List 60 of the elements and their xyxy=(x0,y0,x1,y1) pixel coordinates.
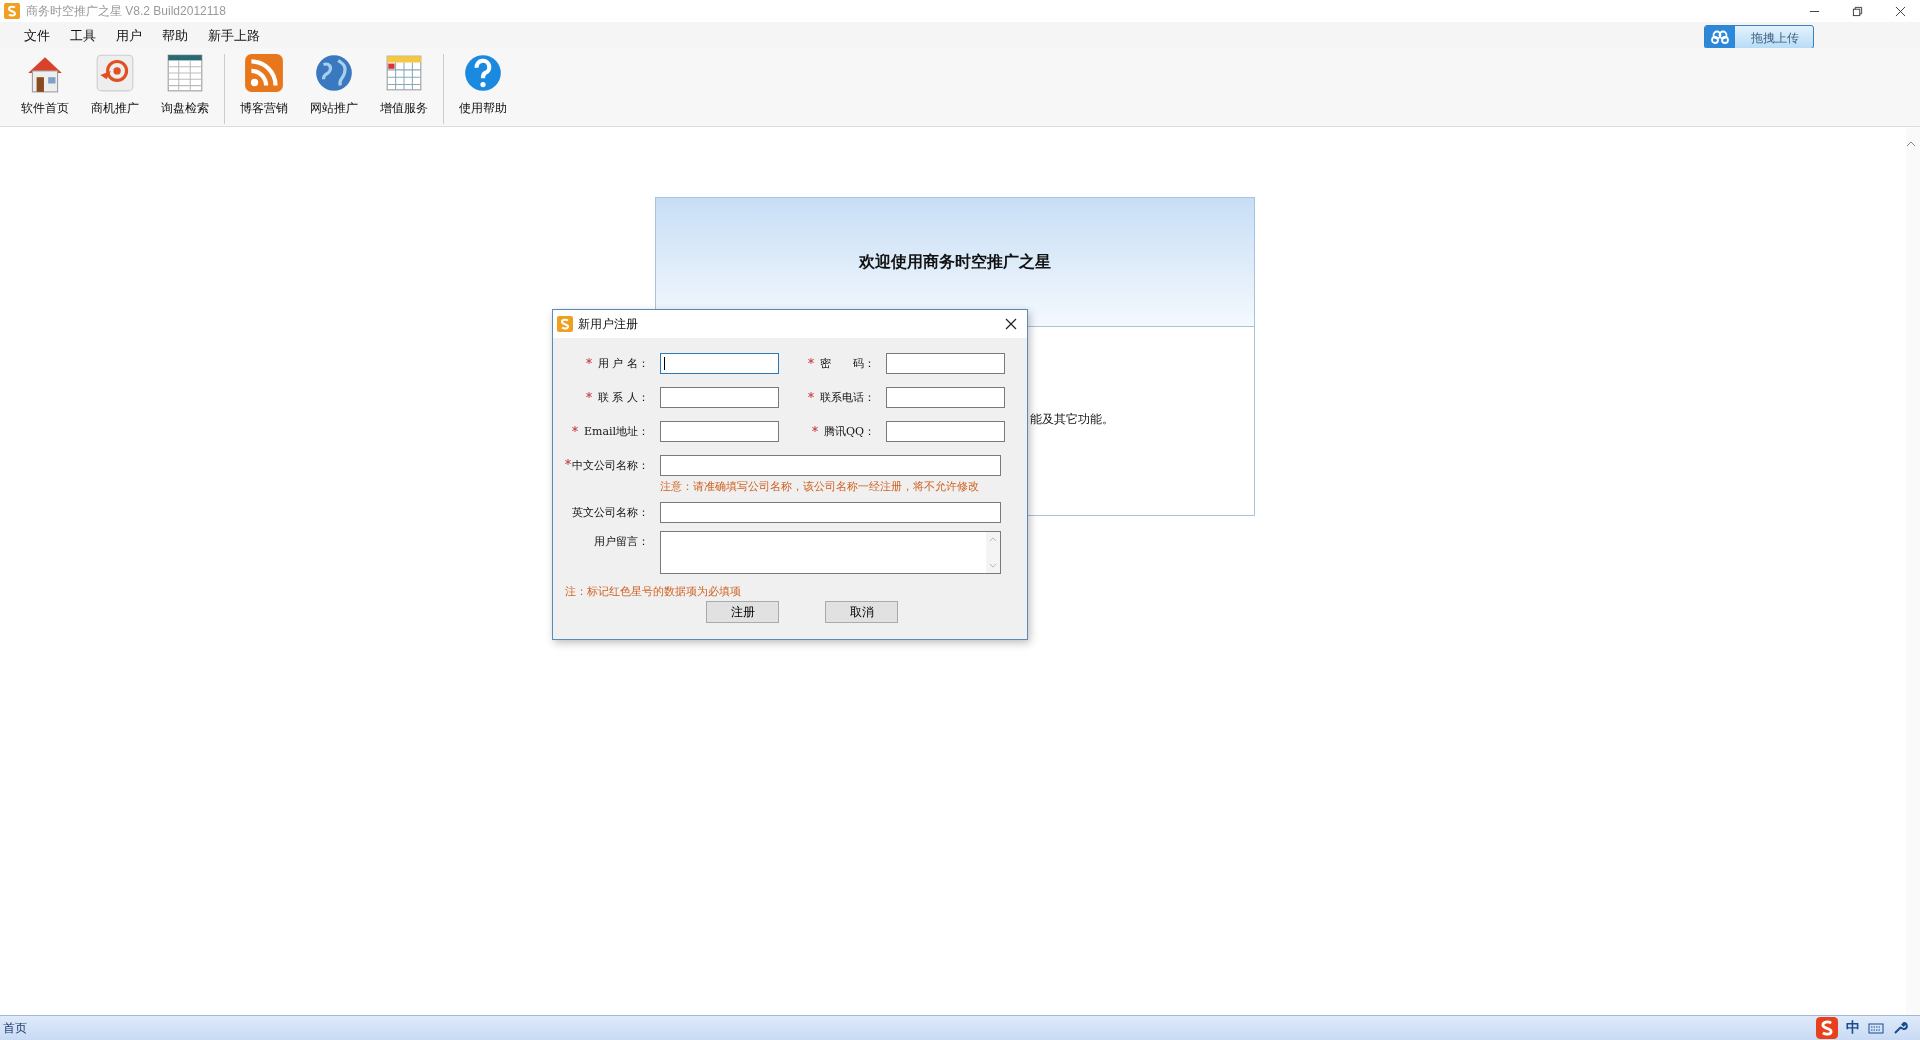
input-field[interactable] xyxy=(660,502,1001,523)
status-text: 首页 xyxy=(3,1019,27,1037)
target-icon xyxy=(94,52,136,94)
welcome-text: 能及其它功能。 xyxy=(1030,412,1114,426)
window-title: 商务时空推广之星 V8.2 Build2012118 xyxy=(26,2,226,20)
app-logo-icon xyxy=(4,3,20,19)
field-label: 用户留言： xyxy=(594,534,649,549)
warning-text: 注意：请准确填写公司名称，该公司名称一经注册，将不允许修改 xyxy=(660,479,980,494)
dialog-button[interactable]: 注册 xyxy=(706,601,779,623)
input-field[interactable] xyxy=(660,421,779,442)
field-label: 中文公司名称： xyxy=(572,458,649,473)
menu-item[interactable]: 工具 xyxy=(60,25,106,45)
welcome-title: 欢迎使用商务时空推广之星 xyxy=(859,251,1051,273)
required-mark: * xyxy=(586,356,592,371)
field-label: 密 码： xyxy=(820,356,875,371)
app-logo-icon xyxy=(557,316,573,332)
input-field[interactable] xyxy=(660,353,779,374)
dialog-title: 新用户注册 xyxy=(578,315,638,333)
field-label: Email地址： xyxy=(583,424,649,439)
globe-icon xyxy=(313,52,355,94)
toolbar-button[interactable]: 询盘检索 xyxy=(150,50,220,126)
toolbar-button[interactable]: 博客营销 xyxy=(229,50,299,126)
menu-item[interactable]: 文件 xyxy=(14,25,60,45)
input-field[interactable] xyxy=(660,455,1001,476)
toolbar-button[interactable]: 商机推广 xyxy=(80,50,150,126)
input-field[interactable] xyxy=(886,421,1005,442)
dialog-button[interactable]: 取消 xyxy=(825,601,898,623)
field-label: 联 系 人： xyxy=(598,390,649,405)
upload-button[interactable]: 拖拽上传 xyxy=(1704,25,1814,49)
close-icon[interactable] xyxy=(1895,5,1906,17)
input-field[interactable] xyxy=(886,387,1005,408)
required-mark: * xyxy=(571,424,578,439)
field-label: 用 户 名： xyxy=(598,356,649,371)
wrench-icon[interactable] xyxy=(1892,1020,1908,1036)
field-label: 联系电话： xyxy=(820,390,875,405)
required-mark: * xyxy=(586,390,592,405)
required-mark: * xyxy=(808,356,814,371)
ime-mode[interactable]: 中 xyxy=(1846,1019,1860,1037)
toolbar-button[interactable]: 使用帮助 xyxy=(448,50,518,126)
rss-icon xyxy=(243,52,285,94)
required-mark: * xyxy=(565,458,571,472)
field-label: 腾讯QQ： xyxy=(823,424,875,439)
menu-item[interactable]: 新手上路 xyxy=(198,25,270,45)
required-note: 注：标记红色星号的数据项为必填项 xyxy=(565,584,742,599)
menu-item[interactable]: 帮助 xyxy=(152,25,198,45)
scroll-up-icon[interactable] xyxy=(1906,141,1916,147)
restore-icon[interactable] xyxy=(1852,5,1863,17)
close-icon[interactable] xyxy=(1005,318,1017,330)
ime-logo-icon[interactable] xyxy=(1816,1017,1838,1039)
menu-item[interactable]: 用户 xyxy=(106,25,152,45)
toolbar-button[interactable]: 增值服务 xyxy=(369,50,439,126)
field-label: 英文公司名称： xyxy=(572,505,649,520)
input-field[interactable] xyxy=(886,353,1005,374)
toolbar-button[interactable]: 网站推广 xyxy=(299,50,369,126)
keyboard-icon[interactable] xyxy=(1868,1020,1884,1036)
required-mark: * xyxy=(808,390,814,405)
required-mark: * xyxy=(811,424,818,439)
input-field[interactable] xyxy=(660,387,779,408)
help-icon xyxy=(462,52,504,94)
toolbar-button[interactable]: 软件首页 xyxy=(10,50,80,126)
